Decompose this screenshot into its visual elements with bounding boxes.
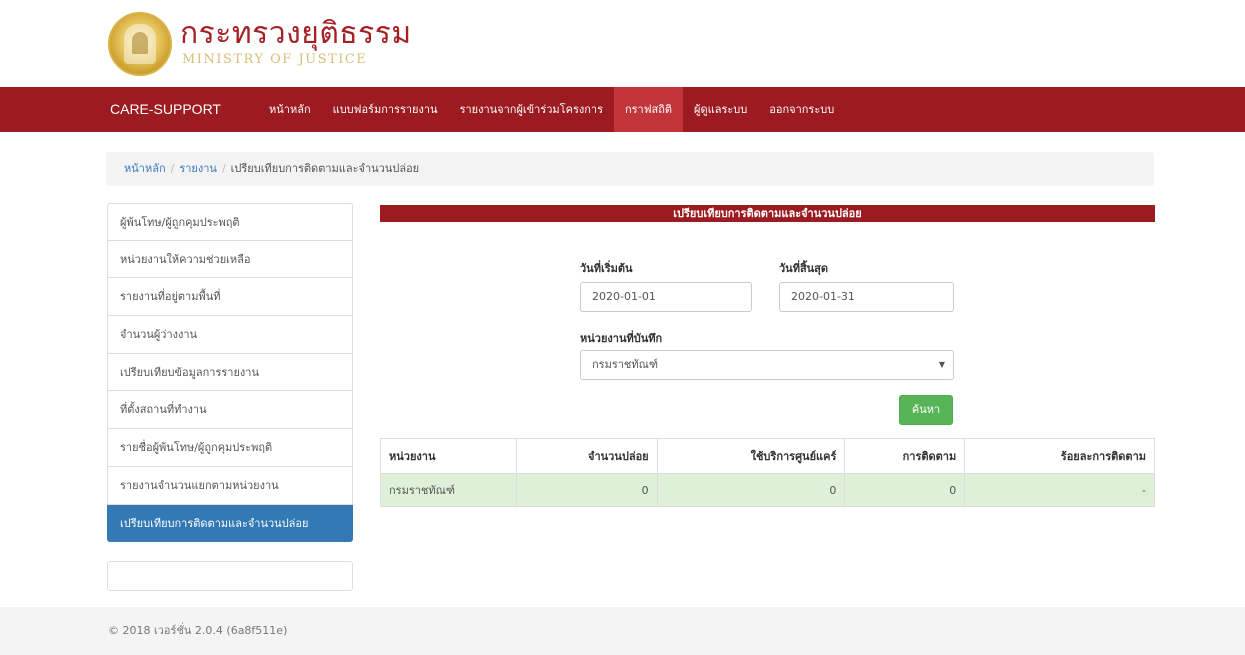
result-table: หน่วยงาน จำนวนปล่อย ใช้บริการศูนย์แคร์ ก… (380, 438, 1155, 507)
sidebar-item-offender-list[interactable]: รายชื่อผู้พ้นโทษ/ผู้ถูกคุมประพฤติ (107, 429, 353, 467)
site-logo[interactable]: กระทรวงยุติธรรม MINISTRY OF JUSTICE (108, 6, 508, 76)
nav-item-logout[interactable]: ออกจากระบบ (758, 87, 845, 132)
nav-item-report-forms[interactable]: แบบฟอร์มการรายงาน (322, 87, 449, 132)
breadcrumb: หน้าหลัก / รายงาน / เปรียบเทียบการติดตามและจ… (106, 152, 1154, 186)
breadcrumb-separator: / (170, 162, 175, 175)
end-date-input[interactable]: 2020-01-31 (779, 282, 954, 312)
agency-select-value: กรมราชทัณฑ์ (592, 358, 658, 371)
start-date-input[interactable]: 2020-01-01 (580, 282, 752, 312)
nav-item-admin[interactable]: ผู้ดูแลระบบ (683, 87, 758, 132)
table-header-row: หน่วยงาน จำนวนปล่อย ใช้บริการศูนย์แคร์ ก… (380, 438, 1155, 474)
nav-item-home[interactable]: หน้าหลัก (258, 87, 322, 132)
table-header-tracking: การติดตาม (844, 438, 966, 474)
table-cell-care-center: 0 (656, 473, 846, 507)
agency-label: หน่วยงานที่บันทึก (580, 332, 663, 345)
table-cell-agency: กรมราชทัณฑ์ (380, 473, 517, 507)
sidebar-item-workplace-location[interactable]: ที่ตั้งสถานที่ทำงาน (107, 391, 353, 430)
sidebar-item-unemployed[interactable]: จำนวนผู้ว่างงาน (107, 316, 353, 354)
sidebar-empty-panel (107, 561, 353, 591)
navbar-brand[interactable]: CARE-SUPPORT (110, 87, 221, 132)
sidebar-item-compare-tracking[interactable]: เปรียบเทียบการติดตามและจำนวนปล่อย (107, 504, 353, 543)
table-header-agency: หน่วยงาน (380, 438, 517, 474)
caret-down-icon: ▼ (938, 360, 945, 369)
start-date-label: วันที่เริ่มต้น (580, 262, 633, 275)
breadcrumb-reports[interactable]: รายงาน (179, 162, 217, 175)
breadcrumb-home[interactable]: หน้าหลัก (124, 162, 166, 175)
breadcrumb-current: เปรียบเทียบการติดตามและจำนวนปล่อย (230, 162, 420, 175)
table-cell-released: 0 (515, 473, 658, 507)
panel-title: เปรียบเทียบการติดตามและจำนวนปล่อย (380, 205, 1155, 222)
logo-title-thai: กระทรวงยุติธรรม (180, 16, 412, 51)
table-cell-tracking: 0 (844, 473, 966, 507)
footer: © 2018 เวอร์ชั่น 2.0.4 (6a8f511e) (0, 607, 1245, 655)
table-cell-tracking-percent: - (964, 473, 1155, 507)
breadcrumb-separator: / (221, 162, 226, 175)
search-button[interactable]: ค้นหา (899, 395, 953, 425)
nav-item-participant-reports[interactable]: รายงานจากผู้เข้าร่วมโครงการ (449, 87, 614, 132)
sidebar: ผู้พ้นโทษ/ผู้ถูกคุมประพฤติ หน่วยงานให้คว… (107, 203, 353, 543)
table-header-care-center: ใช้บริการศูนย์แคร์ (656, 438, 846, 474)
sidebar-item-address-by-area[interactable]: รายงานที่อยู่ตามพื้นที่ (107, 278, 353, 317)
table-header-released: จำนวนปล่อย (515, 438, 658, 474)
sidebar-item-support-agencies[interactable]: หน่วยงานให้ความช่วยเหลือ (107, 240, 353, 279)
end-date-label: วันที่สิ้นสุด (779, 262, 829, 275)
logo-title-english: MINISTRY OF JUSTICE (182, 52, 368, 67)
sidebar-item-compare-reports[interactable]: เปรียบเทียบข้อมูลการรายงาน (107, 353, 353, 392)
table-row: กรมราชทัณฑ์ 0 0 0 - (380, 473, 1155, 507)
agency-select[interactable]: กรมราชทัณฑ์ ▼ (580, 350, 954, 380)
table-header-tracking-percent: ร้อยละการติดตาม (964, 438, 1155, 474)
nav-menu: หน้าหลัก แบบฟอร์มการรายงาน รายงานจากผู้เ… (258, 87, 845, 132)
sidebar-item-offenders[interactable]: ผู้พ้นโทษ/ผู้ถูกคุมประพฤติ (107, 203, 353, 241)
ministry-seal-icon (108, 12, 172, 76)
top-navbar: CARE-SUPPORT หน้าหลัก แบบฟอร์มการรายงาน … (0, 87, 1245, 132)
sidebar-item-count-by-agency[interactable]: รายงานจำนวนแยกตามหน่วยงาน (107, 466, 353, 505)
footer-version-text: © 2018 เวอร์ชั่น 2.0.4 (6a8f511e) (108, 624, 288, 637)
nav-item-statistics[interactable]: กราฟสถิติ (613, 87, 684, 132)
